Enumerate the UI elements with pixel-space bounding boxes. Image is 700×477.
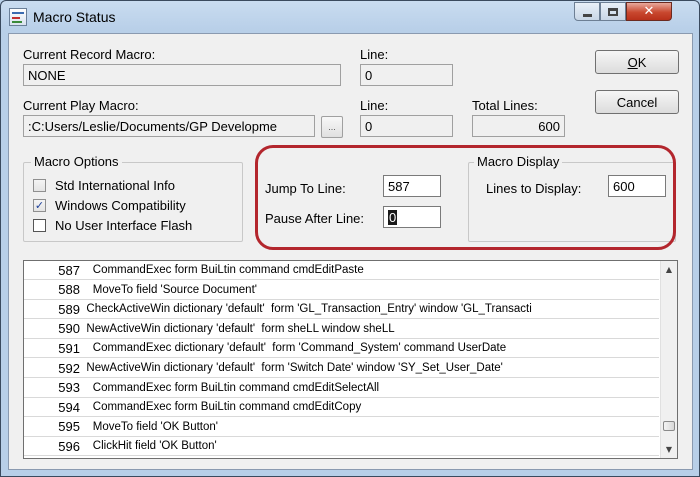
windows-compatibility-label: Windows Compatibility xyxy=(55,198,186,213)
pause-after-line-label: Pause After Line: xyxy=(265,211,365,226)
macro-display-title: Macro Display xyxy=(474,154,563,169)
jump-to-line-label: Jump To Line: xyxy=(265,181,346,196)
close-icon: ✕ xyxy=(643,4,655,19)
scroll-thumb[interactable] xyxy=(663,421,675,431)
std-international-label: Std International Info xyxy=(55,178,175,193)
no-ui-flash-checkbox[interactable] xyxy=(33,219,46,232)
title-bar[interactable]: Macro Status ✕ xyxy=(1,1,699,33)
pause-after-line-input[interactable]: 0 xyxy=(383,206,441,228)
std-international-checkbox[interactable] xyxy=(33,179,46,192)
browse-macro-button[interactable]: ... xyxy=(321,116,343,138)
no-ui-flash-label: No User Interface Flash xyxy=(55,218,193,233)
play-macro-label: Current Play Macro: xyxy=(23,98,139,113)
play-macro-field: :C:Users/Leslie/Documents/GP Developme xyxy=(23,115,315,137)
play-line-field: 0 xyxy=(360,115,453,137)
list-item[interactable]: 595 MoveTo field 'OK Button' xyxy=(24,418,659,437)
maximize-button[interactable] xyxy=(600,2,626,21)
ok-button[interactable]: OK xyxy=(595,50,679,74)
record-line-label: Line: xyxy=(360,47,389,62)
total-lines-label: Total Lines: xyxy=(472,98,538,113)
close-button[interactable]: ✕ xyxy=(626,2,672,21)
no-ui-flash-checkbox-row[interactable]: No User Interface Flash xyxy=(33,218,192,233)
checkmark-icon: ✓ xyxy=(34,199,45,212)
window-title: Macro Status xyxy=(33,9,116,25)
list-item[interactable]: 594 CommandExec form BuiLtin command cmd… xyxy=(24,398,659,418)
play-line-label: Line: xyxy=(360,98,389,113)
jump-to-line-input[interactable]: 587 xyxy=(383,175,441,197)
record-line-field: 0 xyxy=(360,64,453,86)
list-item[interactable]: 587 CommandExec form BuiLtin command cmd… xyxy=(24,261,659,280)
record-macro-field: NONE xyxy=(23,64,341,86)
windows-compatibility-checkbox-row[interactable]: ✓ Windows Compatibility xyxy=(33,198,186,213)
lines-to-display-label: Lines to Display: xyxy=(486,181,582,196)
std-international-checkbox-row[interactable]: Std International Info xyxy=(33,178,175,193)
app-icon xyxy=(9,8,27,26)
lines-to-display-input[interactable]: 600 xyxy=(608,175,666,197)
macro-display-group xyxy=(468,162,676,242)
total-lines-field: 600 xyxy=(472,115,565,137)
macro-options-title: Macro Options xyxy=(31,154,122,169)
cancel-button[interactable]: Cancel xyxy=(595,90,679,114)
list-item[interactable]: 588 MoveTo field 'Source Document' xyxy=(24,281,659,300)
browse-ellipsis-icon: ... xyxy=(328,122,336,132)
maximize-icon xyxy=(608,7,618,16)
list-item[interactable]: 596 ClickHit field 'OK Button' xyxy=(24,437,659,457)
windows-compatibility-checkbox[interactable]: ✓ xyxy=(33,199,46,212)
list-item[interactable]: 590 NewActiveWin dictionary 'default' fo… xyxy=(24,320,659,339)
scroll-up-icon[interactable]: ▲ xyxy=(661,261,677,278)
minimize-icon xyxy=(582,13,592,17)
minimize-button[interactable] xyxy=(574,2,600,21)
list-item[interactable]: 589 CheckActiveWin dictionary 'default' … xyxy=(24,300,659,320)
scroll-down-icon[interactable]: ▼ xyxy=(661,441,677,458)
list-item[interactable]: 591 CommandExec dictionary 'default' for… xyxy=(24,339,659,359)
macro-lines-list[interactable]: 587 CommandExec form BuiLtin command cmd… xyxy=(23,260,678,459)
pause-after-line-value: 0 xyxy=(388,210,398,225)
macro-status-window: Macro Status ✕ Current Record Macro: NON… xyxy=(0,0,700,477)
record-macro-label: Current Record Macro: xyxy=(23,47,156,62)
list-item[interactable]: 592 NewActiveWin dictionary 'default' fo… xyxy=(24,359,659,378)
list-item[interactable]: 593 CommandExec form BuiLtin command cmd… xyxy=(24,379,659,398)
dialog-client-area: Current Record Macro: NONE Line: 0 Curre… xyxy=(8,33,693,470)
list-scrollbar[interactable]: ▲ ▼ xyxy=(660,261,677,458)
